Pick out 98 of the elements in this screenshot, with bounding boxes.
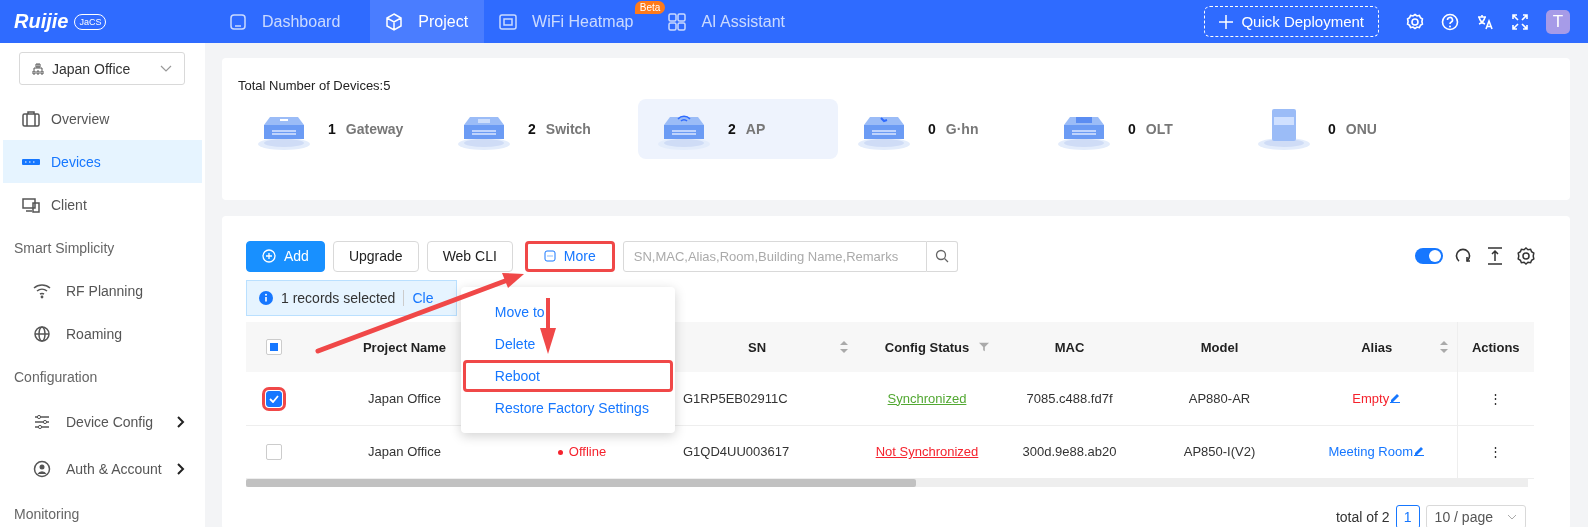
status-text: Offline [557, 444, 607, 459]
column-header: Model [1200, 339, 1239, 355]
column-header: Actions [1471, 339, 1520, 355]
device-type-tab[interactable]: 0 OLT [1038, 99, 1238, 159]
device-count: 2 [728, 121, 736, 137]
briefcase-icon [21, 108, 41, 129]
sidebar-item[interactable]: RF Planning [0, 269, 205, 312]
search-icon [934, 249, 949, 263]
select-all-checkbox[interactable] [266, 339, 282, 356]
config-status-link[interactable]: Not Synchronized [875, 444, 979, 459]
pencil-icon[interactable] [1413, 444, 1425, 456]
column-header: MAC [1054, 339, 1085, 355]
device-type-tab[interactable]: 0 ONU [1238, 99, 1438, 159]
fullscreen-icon[interactable] [1511, 12, 1529, 31]
project-selector[interactable]: Japan Office [19, 52, 185, 85]
row-checkbox[interactable] [266, 443, 282, 460]
translate-icon[interactable] [1476, 12, 1494, 31]
table-cell: AP850-I(V2) [1183, 444, 1256, 459]
table-cell: 7085.c488.fd7f [1026, 390, 1113, 406]
selector-value: Japan Office [52, 60, 131, 77]
plus-circle-icon [262, 249, 276, 263]
sidebar-item[interactable]: Auth & Account [0, 445, 205, 492]
device-type-label: AP [745, 121, 766, 137]
user-circle-icon [32, 458, 52, 479]
device-count: 1 [328, 121, 336, 137]
device-count: 2 [528, 121, 536, 137]
page-size-select[interactable]: 10 / page [1425, 504, 1526, 527]
serial-link[interactable]: G1QD4UU003617 [683, 444, 790, 459]
menu-item[interactable]: Move to [462, 295, 673, 328]
quick-deployment-button[interactable]: Quick Deployment [1204, 6, 1379, 37]
more-actions-button[interactable]: ⋮ [1489, 444, 1503, 459]
menu-item[interactable]: Reboot [462, 359, 673, 392]
clear-link[interactable]: Cle [403, 290, 434, 306]
column-header: SN [747, 339, 767, 355]
device-type-tab[interactable]: 2 Switch [438, 99, 638, 159]
sidebar-section: Monitoring [0, 492, 205, 527]
device-type-label: G·hn [945, 121, 979, 137]
chevron-down-icon [1507, 513, 1517, 520]
menu-item[interactable]: Delete [462, 327, 673, 360]
ellipsis-box-icon [543, 250, 556, 262]
device-count: 0 [928, 121, 936, 137]
alias-text: Meeting Room [1328, 444, 1413, 459]
device-type-label: OLT [1145, 121, 1173, 137]
beta-badge: Beta [634, 1, 666, 14]
device-count: 0 [1128, 121, 1136, 137]
column-height-icon[interactable] [1485, 246, 1505, 266]
chevron-right-icon [177, 462, 185, 475]
serial-link[interactable]: G1RP5EB02911C [683, 390, 788, 406]
page-button[interactable]: 1 [1395, 504, 1420, 527]
sidebar-section: Configuration [0, 355, 205, 398]
onu-device-icon [1256, 107, 1312, 151]
device-type-label: Gateway [345, 121, 404, 137]
selection-count: 1 records selected [281, 290, 396, 306]
search-field[interactable]: SN,MAC,Alias,Room,Building Name,Remarks [622, 240, 927, 272]
logo: Ruijie [14, 10, 69, 33]
nav-tab[interactable]: Project [370, 0, 485, 43]
globe-icon [32, 323, 52, 344]
sidebar-section: Smart Simplicity [0, 226, 205, 269]
toolbar-button[interactable]: Web CLI [426, 240, 513, 272]
device-type-tab[interactable]: 0 G·hn [838, 99, 1038, 159]
toggle-switch[interactable] [1415, 248, 1443, 264]
column-header: Config Status [884, 339, 970, 355]
device-type-label: ONU [1345, 121, 1377, 137]
toolbar-button[interactable]: Upgrade [332, 240, 419, 272]
column-header: Alias [1361, 339, 1393, 355]
network-icon [32, 62, 44, 75]
more-button[interactable]: More [524, 240, 615, 272]
column-header: Project Name [362, 339, 447, 355]
sidebar-item[interactable]: Client [3, 183, 202, 226]
device-icon [22, 158, 40, 165]
table-cell: 300d.9e88.ab20 [1022, 444, 1117, 459]
info-icon [259, 291, 273, 305]
device-type-tab[interactable]: 2 AP [638, 99, 838, 159]
sidebar-item[interactable]: Device Config [0, 398, 205, 445]
alias-text: Empty [1352, 390, 1390, 406]
menu-item[interactable]: Restore Factory Settings [462, 391, 673, 424]
sidebar-item[interactable]: Overview [3, 97, 202, 140]
device-count: 0 [1328, 121, 1336, 137]
pagination-total: total of 2 [1335, 508, 1390, 525]
chevron-right-icon [177, 415, 185, 428]
device-type-label: Switch [545, 121, 591, 137]
device-total: Total Number of Devices:5 [238, 78, 392, 93]
sidebar-item[interactable]: Devices [3, 140, 202, 183]
table-cell: AP880-AR [1188, 390, 1251, 406]
horizontal-scrollbar[interactable] [246, 478, 1528, 487]
help-icon[interactable] [1441, 12, 1459, 31]
settings-icon[interactable] [1516, 246, 1536, 266]
table-cell: Japan Office [368, 390, 441, 406]
sidebar-item[interactable]: Roaming [0, 312, 205, 355]
more-actions-button[interactable]: ⋮ [1489, 390, 1503, 406]
grid-icon [667, 11, 688, 32]
search-button[interactable] [926, 240, 958, 272]
chevron-down-icon [160, 64, 172, 73]
cube-icon [384, 11, 405, 32]
plus-icon [1219, 14, 1234, 29]
check-icon [269, 394, 279, 403]
table-cell: Japan Office [368, 444, 441, 459]
device-type-tab[interactable]: 1 Gateway [238, 99, 438, 159]
